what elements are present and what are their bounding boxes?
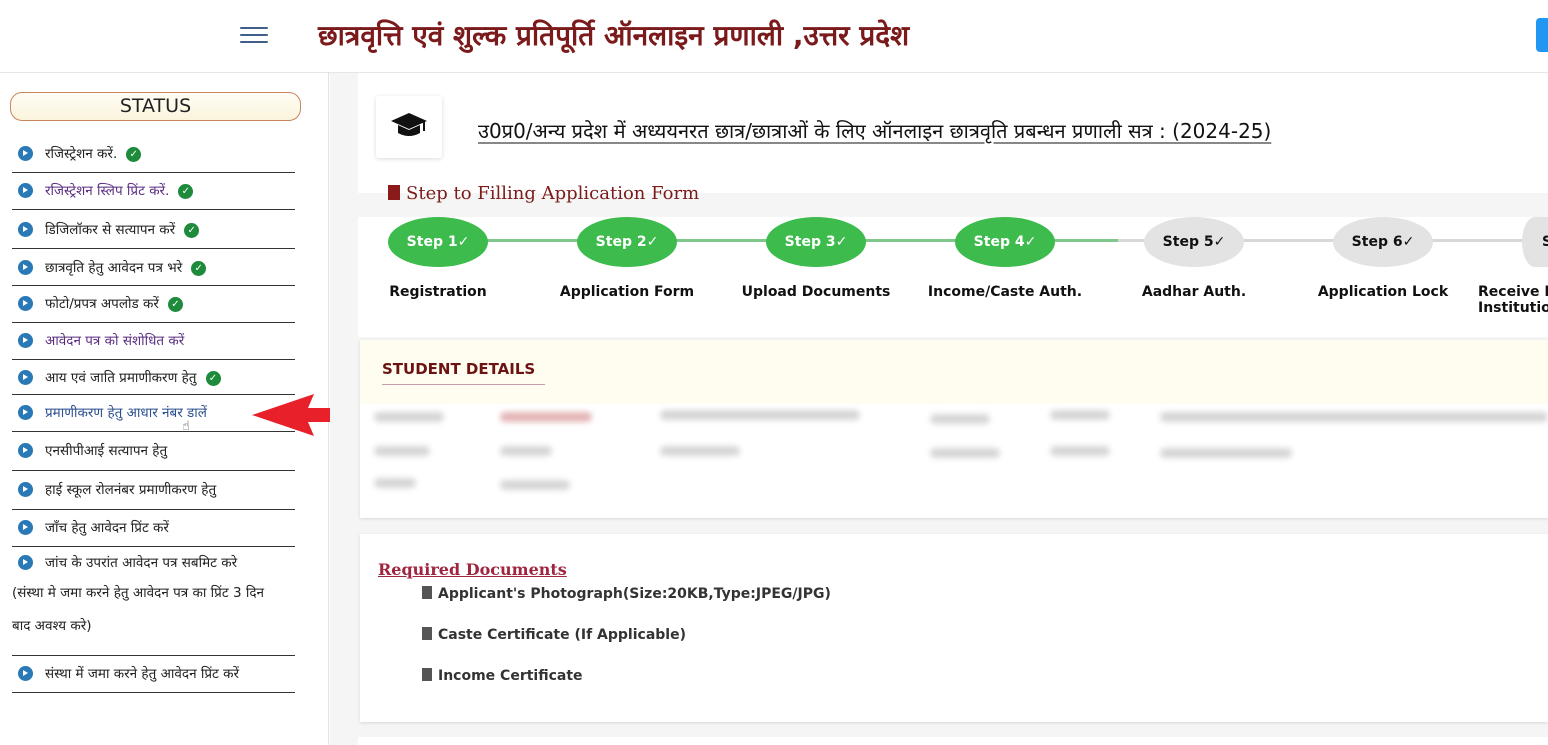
chevron-circle-right-icon (18, 222, 33, 237)
sidebar-item-note: (संस्था मे जमा करने हेतु आवेदन पत्र का प… (12, 584, 264, 601)
chevron-circle-right-icon (18, 520, 33, 535)
sidebar-item-application-form[interactable]: छात्रवृति हेतु आवेदन पत्र भरे ✓ (12, 249, 295, 286)
header-card: उ0प्र0/अन्य प्रदेश में अध्ययनरत छात्र/छा… (358, 73, 1548, 204)
student-details-card: STUDENT DETAILS (360, 340, 1548, 518)
check-circle-icon: ✓ (126, 146, 142, 162)
check-circle-icon: ✓ (835, 234, 848, 250)
step-1-label: Registration (389, 284, 487, 300)
sidebar-item-label: फोटो/प्रपत्र अपलोड करें ✓ (45, 296, 183, 314)
sidebar-item-label: रजिस्ट्रेशन करें. ✓ (45, 146, 142, 164)
page-heading: उ0प्र0/अन्य प्रदेश में अध्ययनरत छात्र/छा… (478, 119, 1272, 143)
step-7-label: Receive HInstitution (1478, 284, 1548, 316)
check-circle-icon: ✓ (646, 234, 659, 250)
sidebar-item-print-for-check[interactable]: जाँच हेतु आवेदन प्रिंट करें (12, 510, 295, 547)
sidebar-item-modify-application[interactable]: आवेदन पत्र को संशोधित करें (12, 323, 295, 360)
sidebar-item-upload-documents[interactable]: फोटो/प्रपत्र अपलोड करें ✓ (12, 286, 295, 323)
sidebar-item-label: आय एवं जाति प्रमाणीकरण हेतु ✓ (45, 370, 221, 388)
file-icon (422, 668, 432, 681)
check-circle-icon: ✓ (1213, 234, 1226, 250)
sidebar-item-label: एनसीपीआई सत्यापन हेतु (45, 443, 168, 459)
step-2-label: Application Form (559, 284, 695, 300)
sidebar-item-label: हाई स्कूल रोलनंबर प्रमाणीकरण हेतु (45, 482, 217, 498)
status-header: STATUS (10, 92, 301, 121)
step-2[interactable]: Step 2✓ (577, 217, 677, 267)
sidebar-item-npci-verification[interactable]: एनसीपीआई सत्यापन हेतु (12, 432, 295, 471)
sidebar-item-label: आवेदन पत्र को संशोधित करें (45, 333, 185, 349)
step-4[interactable]: Step 4✓ (955, 217, 1055, 267)
sidebar-item-label: डिजिलॉकर से सत्यापन करें ✓ (45, 222, 200, 240)
sidebar-item-label: रजिस्ट्रेशन स्लिप प्रिंट करें. ✓ (45, 183, 194, 201)
required-documents-title[interactable]: Required Documents (378, 560, 567, 579)
stepper: Step 1✓ Registration Step 2✓ Application… (358, 217, 1548, 337)
file-icon (422, 586, 432, 599)
top-bar: छात्रवृत्ति एवं शुल्क प्रतिपूर्ति ऑनलाइन… (0, 0, 1548, 73)
check-circle-icon: ✓ (1024, 234, 1037, 250)
step-1[interactable]: Step 1✓ (388, 217, 488, 267)
sidebar-item-note: बाद अवश्य करे) (12, 617, 92, 634)
sidebar-item-income-caste-auth[interactable]: आय एवं जाति प्रमाणीकरण हेतु ✓ (12, 360, 295, 395)
chevron-circle-right-icon (18, 370, 33, 385)
chevron-circle-right-icon (18, 443, 33, 458)
hamburger-icon[interactable] (240, 27, 268, 47)
chevron-circle-right-icon (18, 296, 33, 311)
graduation-cap-icon (376, 96, 442, 158)
sidebar-item-registration[interactable]: रजिस्ट्रेशन करें. ✓ (12, 136, 295, 173)
chevron-circle-right-icon (18, 183, 33, 198)
sidebar-item-label: जाँच हेतु आवेदन प्रिंट करें (45, 520, 169, 536)
sidebar-item-submit-after-check[interactable]: जांच के उपरांत आवेदन पत्र सबमिट करे (संस… (12, 547, 295, 656)
check-circle-icon: ✓ (1402, 234, 1415, 250)
top-right-button[interactable] (1536, 18, 1548, 52)
sidebar-item-label: संस्था में जमा करने हेतु आवेदन प्रिंट कर… (45, 666, 240, 682)
document-item: Income Certificate (422, 668, 583, 684)
step-4-label: Income/Caste Auth. (927, 284, 1083, 300)
chevron-circle-right-icon (18, 146, 33, 161)
step-5-label: Aadhar Auth. (1141, 284, 1247, 300)
sidebar-item-digilocker[interactable]: डिजिलॉकर से सत्यापन करें ✓ (12, 210, 295, 249)
check-circle-icon: ✓ (191, 260, 207, 276)
check-circle-icon: ✓ (184, 222, 200, 238)
step-6-label: Application Lock (1317, 284, 1449, 300)
bottom-card-edge (358, 737, 1548, 745)
main-content: उ0प्र0/अन्य प्रदेश में अध्ययनरत छात्र/छा… (330, 73, 1548, 745)
site-title: छात्रवृत्ति एवं शुल्क प्रतिपूर्ति ऑनलाइन… (318, 19, 910, 52)
chevron-circle-right-icon (18, 405, 33, 420)
required-documents-card: Required Documents Applicant's Photograp… (360, 534, 1548, 722)
steps-title: Step to Filling Application Form (388, 183, 699, 204)
student-details-title: STUDENT DETAILS (382, 360, 546, 385)
sidebar-item-registration-slip[interactable]: रजिस्ट्रेशन स्लिप प्रिंट करें. ✓ (12, 173, 295, 210)
sidebar-item-label: छात्रवृति हेतु आवेदन पत्र भरे ✓ (45, 260, 207, 278)
document-item: Caste Certificate (If Applicable) (422, 627, 686, 643)
sidebar-item-label: जांच के उपरांत आवेदन पत्र सबमिट करे (45, 555, 238, 571)
sidebar-item-print-for-institution[interactable]: संस्था में जमा करने हेतु आवेदन प्रिंट कर… (12, 656, 295, 693)
step-6[interactable]: Step 6✓ (1333, 217, 1433, 267)
sidebar-item-highschool-rollno[interactable]: हाई स्कूल रोलनंबर प्रमाणीकरण हेतु (12, 471, 295, 510)
check-circle-icon: ✓ (167, 296, 183, 312)
chevron-circle-right-icon (18, 555, 33, 570)
check-circle-icon: ✓ (457, 234, 470, 250)
chevron-circle-right-icon (18, 666, 33, 681)
file-text-icon (388, 185, 400, 200)
step-3-label: Upload Documents (741, 284, 891, 300)
file-icon (422, 627, 432, 640)
step-3[interactable]: Step 3✓ (766, 217, 866, 267)
step-5[interactable]: Step 5✓ (1144, 217, 1244, 267)
check-circle-icon: ✓ (178, 183, 194, 199)
mouse-cursor-icon: ☝ (182, 419, 190, 434)
chevron-circle-right-icon (18, 482, 33, 497)
student-details-header: STUDENT DETAILS (360, 340, 1548, 404)
check-circle-icon: ✓ (205, 370, 221, 386)
document-item: Applicant's Photograph(Size:20KB,Type:JP… (422, 586, 831, 602)
chevron-circle-right-icon (18, 260, 33, 275)
step-7[interactable]: S (1522, 217, 1548, 267)
chevron-circle-right-icon (18, 333, 33, 348)
